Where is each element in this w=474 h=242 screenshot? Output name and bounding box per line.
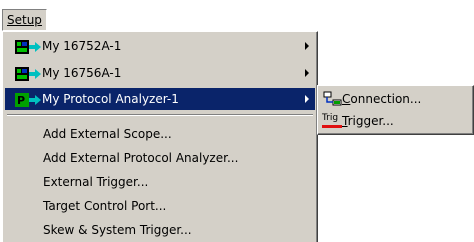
protocol-analyzer-module-icon: P <box>15 92 41 107</box>
setup-dropdown-menu: My 16752A-1 My 16756A-1 P My Protocol An… <box>2 31 318 242</box>
submenu-item-connection[interactable]: Connection... <box>320 88 470 110</box>
menu-item-my-16752a-1[interactable]: My 16752A-1 <box>5 35 315 57</box>
menu-item-label: Add External Protocol Analyzer... <box>43 151 239 165</box>
submenu-arrow-icon <box>305 69 309 77</box>
logic-analyzer-module-icon <box>15 66 41 81</box>
menu-item-my-protocol-analyzer-1[interactable]: P My Protocol Analyzer-1 <box>5 88 315 110</box>
menu-item-skew-system-trigger[interactable]: Skew & System Trigger... <box>5 219 315 241</box>
setup-menu-label: Setup <box>7 13 42 27</box>
menu-item-add-external-scope[interactable]: Add External Scope... <box>5 123 315 145</box>
setup-menu[interactable]: Setup <box>2 9 47 31</box>
submenu-arrow-icon <box>305 42 309 50</box>
logic-analyzer-module-icon <box>15 39 41 54</box>
menu-item-label: My Protocol Analyzer-1 <box>42 92 179 106</box>
menu-bar: Setup <box>0 0 474 33</box>
protocol-analyzer-submenu: Connection... Trig Trigger... <box>317 85 474 135</box>
menu-item-label: My 16756A-1 <box>42 66 122 80</box>
connection-icon <box>323 91 343 107</box>
menu-item-label: Target Control Port... <box>43 199 167 213</box>
trigger-icon: Trig <box>322 113 342 129</box>
submenu-arrow-icon <box>305 95 309 103</box>
submenu-item-trigger[interactable]: Trig Trigger... <box>320 110 470 132</box>
submenu-item-label: Connection... <box>342 92 422 106</box>
submenu-item-label: Trigger... <box>342 114 394 128</box>
menu-item-label: External Trigger... <box>43 175 149 189</box>
menu-item-label: Skew & System Trigger... <box>43 223 192 237</box>
menu-item-target-control-port[interactable]: Target Control Port... <box>5 195 315 217</box>
menu-item-label: Add External Scope... <box>43 127 172 141</box>
menu-item-label: My 16752A-1 <box>42 39 122 53</box>
menu-item-external-trigger[interactable]: External Trigger... <box>5 171 315 193</box>
menu-item-add-external-protocol-analyzer[interactable]: Add External Protocol Analyzer... <box>5 147 315 169</box>
menu-separator <box>7 114 313 116</box>
menu-item-my-16756a-1[interactable]: My 16756A-1 <box>5 62 315 84</box>
svg-text:P: P <box>17 94 25 107</box>
